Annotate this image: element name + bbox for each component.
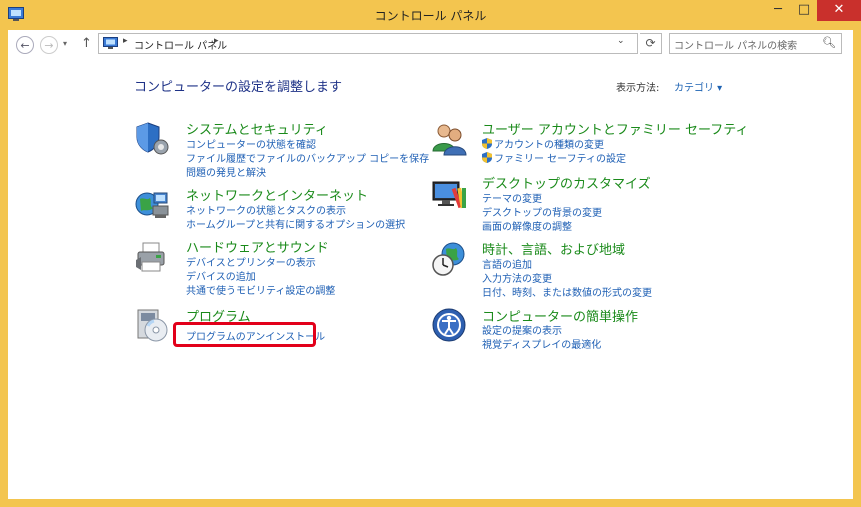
link-change-theme[interactable]: テーマの変更 — [482, 190, 542, 205]
view-by-label: 表示方法: — [616, 83, 660, 94]
close-button[interactable]: ✕ — [817, 0, 861, 21]
recent-locations-button[interactable]: ▾ — [63, 39, 67, 48]
maximize-button[interactable]: □ — [791, 0, 817, 21]
address-bar[interactable]: ▸ コントロール パネル ▸ ⌄ — [98, 33, 638, 54]
link-family-safety-label: ファミリー セーフティの設定 — [494, 154, 626, 165]
minimize-button[interactable]: ─ — [765, 0, 791, 21]
link-mobility-settings[interactable]: 共通で使うモビリティ設定の調整 — [186, 282, 335, 297]
search-icon[interactable]: 🔍︎ — [822, 36, 836, 49]
network-globe-icon[interactable] — [134, 187, 170, 223]
desktop-personalization-icon[interactable] — [431, 176, 467, 212]
link-devices-printers[interactable]: デバイスとプリンターの表示 — [186, 254, 316, 269]
view-by-dropdown[interactable]: カテゴリ ▾ — [674, 79, 722, 94]
control-panel-icon — [103, 37, 118, 49]
link-file-history-backup[interactable]: ファイル履歴でファイルのバックアップ コピーを保存 — [186, 150, 429, 165]
breadcrumb-separator[interactable]: ▸ — [123, 36, 128, 46]
programs-disc-icon[interactable] — [134, 307, 170, 343]
link-homegroup-sharing-options[interactable]: ホームグループと共有に関するオプションの選択 — [186, 216, 405, 231]
user-accounts-icon[interactable] — [431, 121, 467, 157]
link-adjust-resolution[interactable]: 画面の解像度の調整 — [482, 218, 572, 233]
back-button[interactable]: ← — [16, 36, 34, 54]
link-suggested-settings[interactable]: 設定の提案の表示 — [482, 322, 562, 337]
refresh-button[interactable]: ⟳ — [640, 33, 662, 54]
page-title: コンピューターの設定を調整します — [134, 80, 343, 95]
link-find-fix-problems[interactable]: 問題の発見と解決 — [186, 164, 266, 179]
search-input[interactable]: コントロール パネルの検索 🔍︎ — [669, 33, 842, 54]
ease-of-access-icon[interactable] — [431, 307, 467, 343]
link-change-input-method[interactable]: 入力方法の変更 — [482, 270, 552, 285]
link-change-date-time-format[interactable]: 日付、時刻、または数値の形式の変更 — [482, 284, 652, 299]
highlight-box — [173, 322, 316, 347]
link-family-safety[interactable]: ファミリー セーフティの設定 — [482, 150, 626, 165]
printer-icon[interactable] — [134, 240, 170, 276]
window-title: コントロール パネル — [374, 9, 487, 23]
address-dropdown-icon[interactable]: ⌄ — [617, 36, 625, 46]
client-area: ← → ▾ ↑ ▸ コントロール パネル ▸ ⌄ ⟳ コントロール パネルの検索… — [8, 30, 853, 499]
forward-button[interactable]: → — [40, 36, 58, 54]
link-network-status-tasks[interactable]: ネットワークの状態とタスクの表示 — [186, 202, 346, 217]
shield-icon[interactable] — [134, 120, 170, 156]
uac-shield-icon — [482, 152, 492, 163]
link-optimize-visual-display[interactable]: 視覚ディスプレイの最適化 — [482, 336, 601, 351]
title-bar[interactable]: コントロール パネル ─ □ ✕ — [0, 0, 861, 30]
link-change-account-type[interactable]: アカウントの種類の変更 — [482, 136, 604, 151]
link-check-computer-status[interactable]: コンピューターの状態を確認 — [186, 136, 316, 151]
link-change-desktop-background[interactable]: デスクトップの背景の変更 — [482, 204, 602, 219]
clock-globe-icon[interactable] — [431, 241, 467, 277]
link-add-language[interactable]: 言語の追加 — [482, 256, 532, 271]
uac-shield-icon — [482, 138, 492, 149]
up-button[interactable]: ↑ — [81, 36, 92, 51]
breadcrumb-separator[interactable]: ▸ — [214, 36, 219, 46]
search-placeholder: コントロール パネルの検索 — [674, 41, 798, 52]
link-add-device[interactable]: デバイスの追加 — [186, 268, 256, 283]
